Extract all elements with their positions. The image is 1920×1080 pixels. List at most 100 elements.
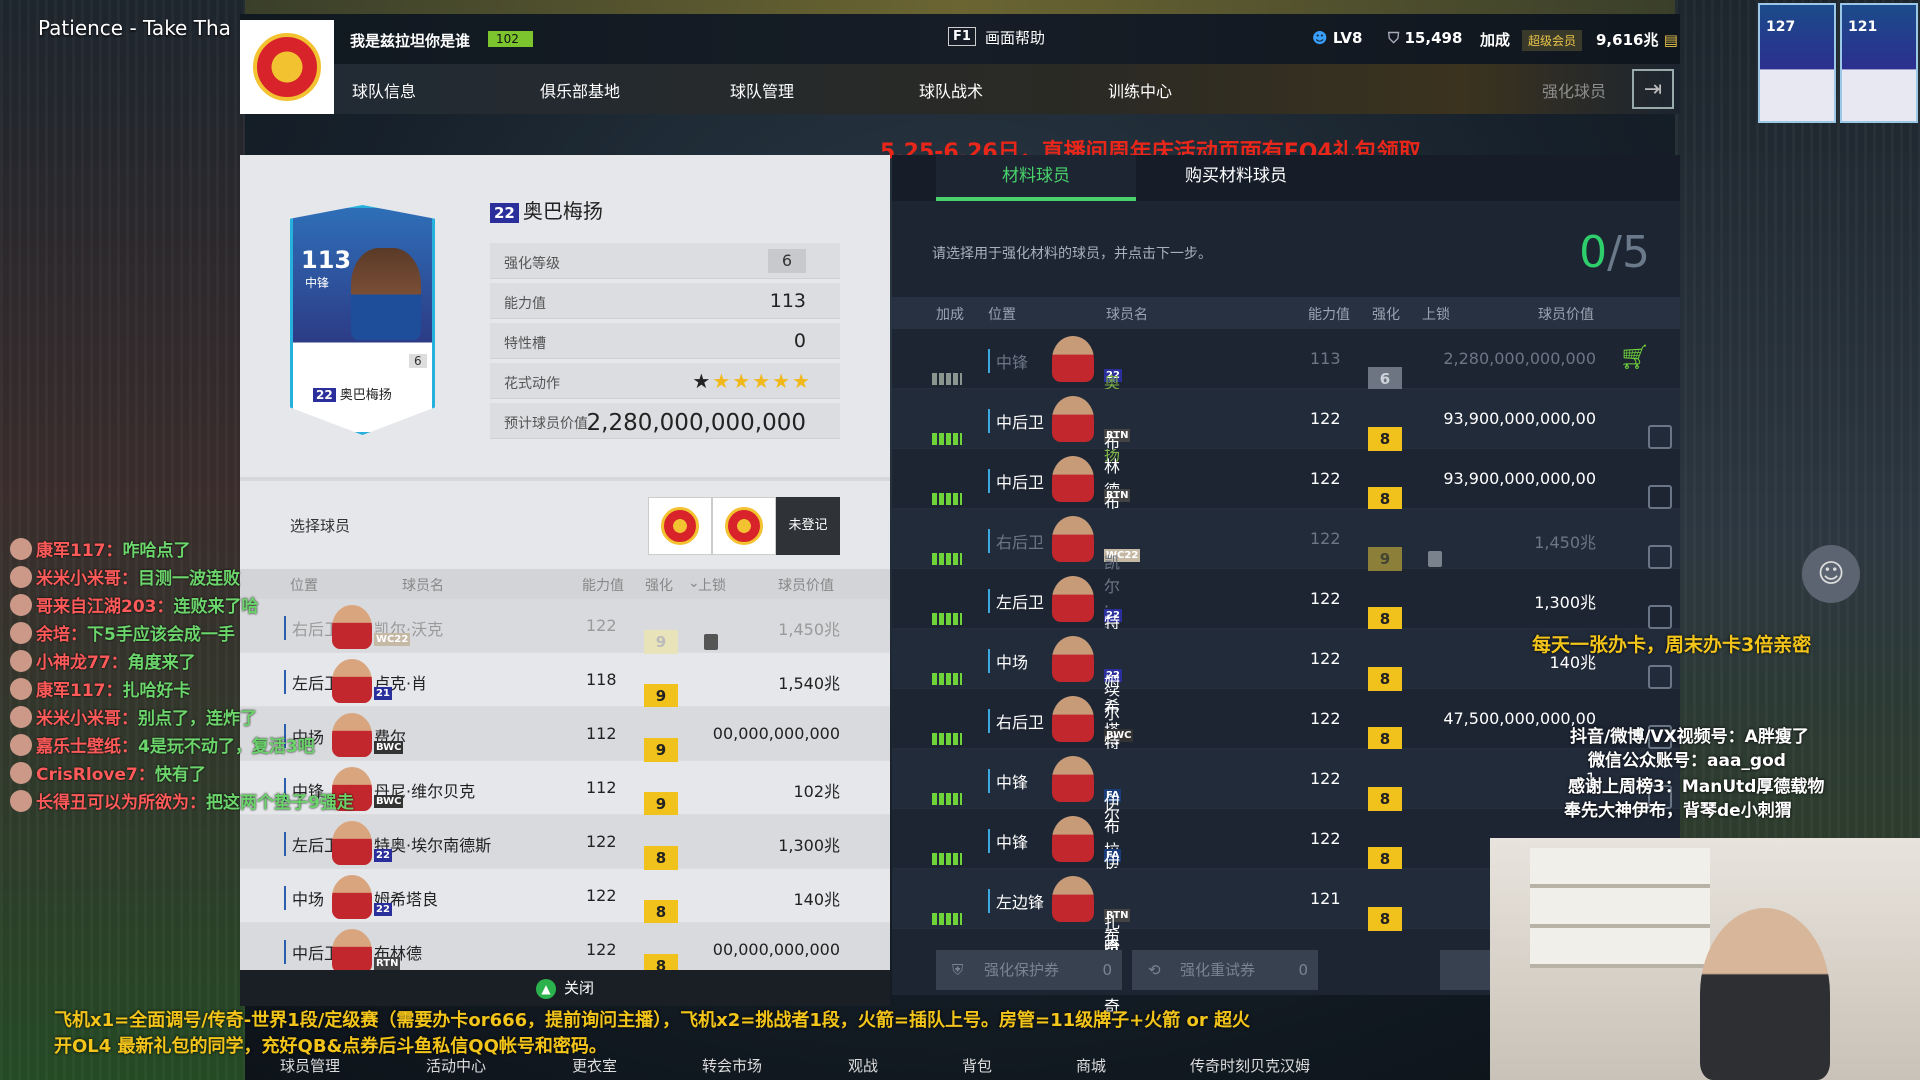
row-position: 左后卫 [988,589,1044,613]
col-value[interactable]: 球员价值 [1538,304,1594,324]
chat-avatar [10,706,32,728]
bottom-nav-events[interactable]: 活动中心 [426,1055,486,1076]
row-value: 1,450兆 [778,620,840,639]
club-badge: BWC [374,741,404,754]
bottom-nav-player-management[interactable]: 球员管理 [280,1055,340,1076]
col-position[interactable]: 位置 [988,304,1016,324]
col-ovr[interactable]: 能力值 [1308,304,1350,324]
nav-training-center[interactable]: 训练中心 [1108,78,1172,102]
row-position: 左边锋 [988,889,1044,913]
chat-avatar [10,650,32,672]
select-table-row[interactable]: 右后卫 WC22 凯尔·沃克 122 9 1,450兆 [240,599,890,654]
exit-icon[interactable]: ⇥ [1632,69,1674,109]
stream-song-title: Patience - Take Tha [38,16,231,40]
row-player: WC22 凯尔·沃克 [374,616,443,646]
nav-team-info[interactable]: 球队信息 [352,78,416,102]
close-button[interactable]: ▲ 关闭 [240,970,890,1006]
manchester-united-crest-icon [253,33,321,101]
cart-icon[interactable]: 🛒︎ [1620,343,1650,371]
chat-text: 连败来了哈 [173,597,259,617]
col-lock[interactable]: 上锁 [1422,304,1450,324]
material-table-row[interactable]: 右后卫WC22凯尔·沃克12291,450兆 [892,509,1680,663]
bottom-nav-spectate[interactable]: 观战 [848,1055,878,1076]
stat-value: 6 [768,249,806,273]
col-upgrade[interactable]: 强化 [645,575,673,595]
bottom-nav-transfer-market[interactable]: 转会市场 [702,1055,762,1076]
row-position: 右后卫 [988,529,1044,553]
player-name-text: 奥巴梅扬 [522,199,603,223]
bottom-nav-bag[interactable]: 背包 [962,1055,992,1076]
col-lock[interactable]: 上锁 [698,575,726,595]
bottom-nav-shop[interactable]: 商城 [1076,1055,1106,1076]
col-upgrade[interactable]: 强化 [1372,304,1400,324]
row-ovr: 122 [1310,829,1341,848]
unregistered-filter-button[interactable]: 未登记 [776,497,840,555]
select-table-row[interactable]: 中后卫 RTN 布林德 122 8 00,000,000,000 [240,923,890,978]
materials-table-header: 加成 位置 球员名 能力值 强化 上锁 球员价值 [892,297,1680,329]
player-avatar [1052,576,1094,622]
upgrade-badge: 9 [644,684,678,708]
col-position[interactable]: 位置 [290,575,318,595]
help-button[interactable]: 画面帮助 [985,27,1045,48]
select-table-row[interactable]: 中场 BWC 费尔 112 9 00,000,000,000 [240,707,890,762]
user-level-badge: 102 [488,31,533,47]
row-position: 中后卫 [988,469,1044,493]
club-filter-2[interactable] [712,497,776,555]
select-player-header: 选择球员 [290,517,351,535]
row-ovr: 113 [1310,349,1341,368]
col-boost[interactable]: 加成 [936,304,964,324]
divider [240,477,890,481]
chat-avatar [10,566,32,588]
upgrade-retry-button[interactable]: ⟲ 强化重试券 0 [1132,950,1318,990]
player-card[interactable]: 113 中锋 6 22 奥巴梅扬 [290,205,435,435]
row-ovr: 122 [1310,409,1341,428]
material-table-row[interactable]: 右后卫BWC特里皮尔122847,500,000,000,00 [892,689,1680,824]
chat-bubble-icon[interactable]: ☺ [1802,545,1860,603]
bottom-nav-locker-room[interactable]: 更衣室 [572,1055,617,1076]
chat-user: 长得丑可以为所欲为： [36,793,206,813]
tab-material-players[interactable]: 材料球员 [936,155,1136,201]
material-table-row[interactable]: 左后卫22特奥·埃尔南德斯12281,300兆 [892,569,1680,795]
select-table-header: 位置 球员名 能力值 强化 ⌄ 上锁 球员价值 [240,569,890,599]
row-ovr: 122 [586,616,617,635]
protect-count: 0 [1102,961,1112,979]
nav-team-management[interactable]: 球队管理 [730,78,794,102]
stadium-lights [245,0,1675,14]
card-name-text: 奥巴梅扬 [339,388,392,403]
col-ovr[interactable]: 能力值 [582,575,624,595]
stat-label: 预计球员价值 [504,416,588,432]
row-ovr: 122 [1310,649,1341,668]
col-name[interactable]: 球员名 [1106,304,1148,324]
nav-team-tactics[interactable]: 球队战术 [919,78,983,102]
upgrade-protection-button[interactable]: ⛨ 强化保护券 0 [936,950,1122,990]
card-name: 22 奥巴梅扬 [313,384,392,403]
chat-text: 把这两个垫子9强走 [206,793,354,813]
club-filter-1[interactable] [648,497,712,555]
chat-text: 快有了 [154,765,206,785]
skill-stars: ★★★★★★ [692,369,812,393]
shield-icon: ⛉ [1388,29,1400,47]
thumb-card-1: 127 [1758,3,1836,123]
chat-user: 嘉乐士壁纸： [36,737,138,757]
bottom-nav-legend-beckham[interactable]: 传奇时刻贝克汉姆 [1190,1055,1310,1076]
col-value[interactable]: 球员价值 [778,575,834,595]
select-table-row[interactable]: 左后卫 21 卢克·肖 118 9 1,540兆 [240,653,890,708]
material-table-row[interactable]: 中后卫RTN布林德122893,900,000,000,00 [892,449,1680,560]
stat-row-upgrade-level: 强化等级 6 [490,243,840,279]
material-table-row[interactable]: 中锋22奥巴梅扬11362,280,000,000,000🛒︎ [892,329,1680,464]
row-ovr: 121 [1310,889,1341,908]
material-table-row[interactable]: 中锋FA伊布拉希莫维奇12281 [892,749,1680,956]
select-table-row[interactable]: 左后卫 22 特奥·埃尔南德斯 122 8 1,300兆 [240,815,890,870]
select-table-row[interactable]: 中场 22 姆希塔良 122 8 140兆 [240,869,890,924]
nav-club-base[interactable]: 俱乐部基地 [540,78,620,102]
tab-buy-material-players[interactable]: 购买材料球员 [1136,155,1336,201]
row-value: 00,000,000,000 [712,940,840,959]
club-crest-icon [661,507,699,545]
row-ovr: 122 [1310,709,1341,728]
webcam-shelf [1530,848,1710,968]
col-name[interactable]: 球员名 [402,575,444,595]
chat-text: 角度来了 [127,653,196,673]
upgrade-badge: 8 [1368,667,1402,691]
material-table-row[interactable]: 中后卫RTN布林德122893,900,000,000,00 [892,389,1680,500]
f1-key-icon[interactable]: F1 [948,27,976,46]
